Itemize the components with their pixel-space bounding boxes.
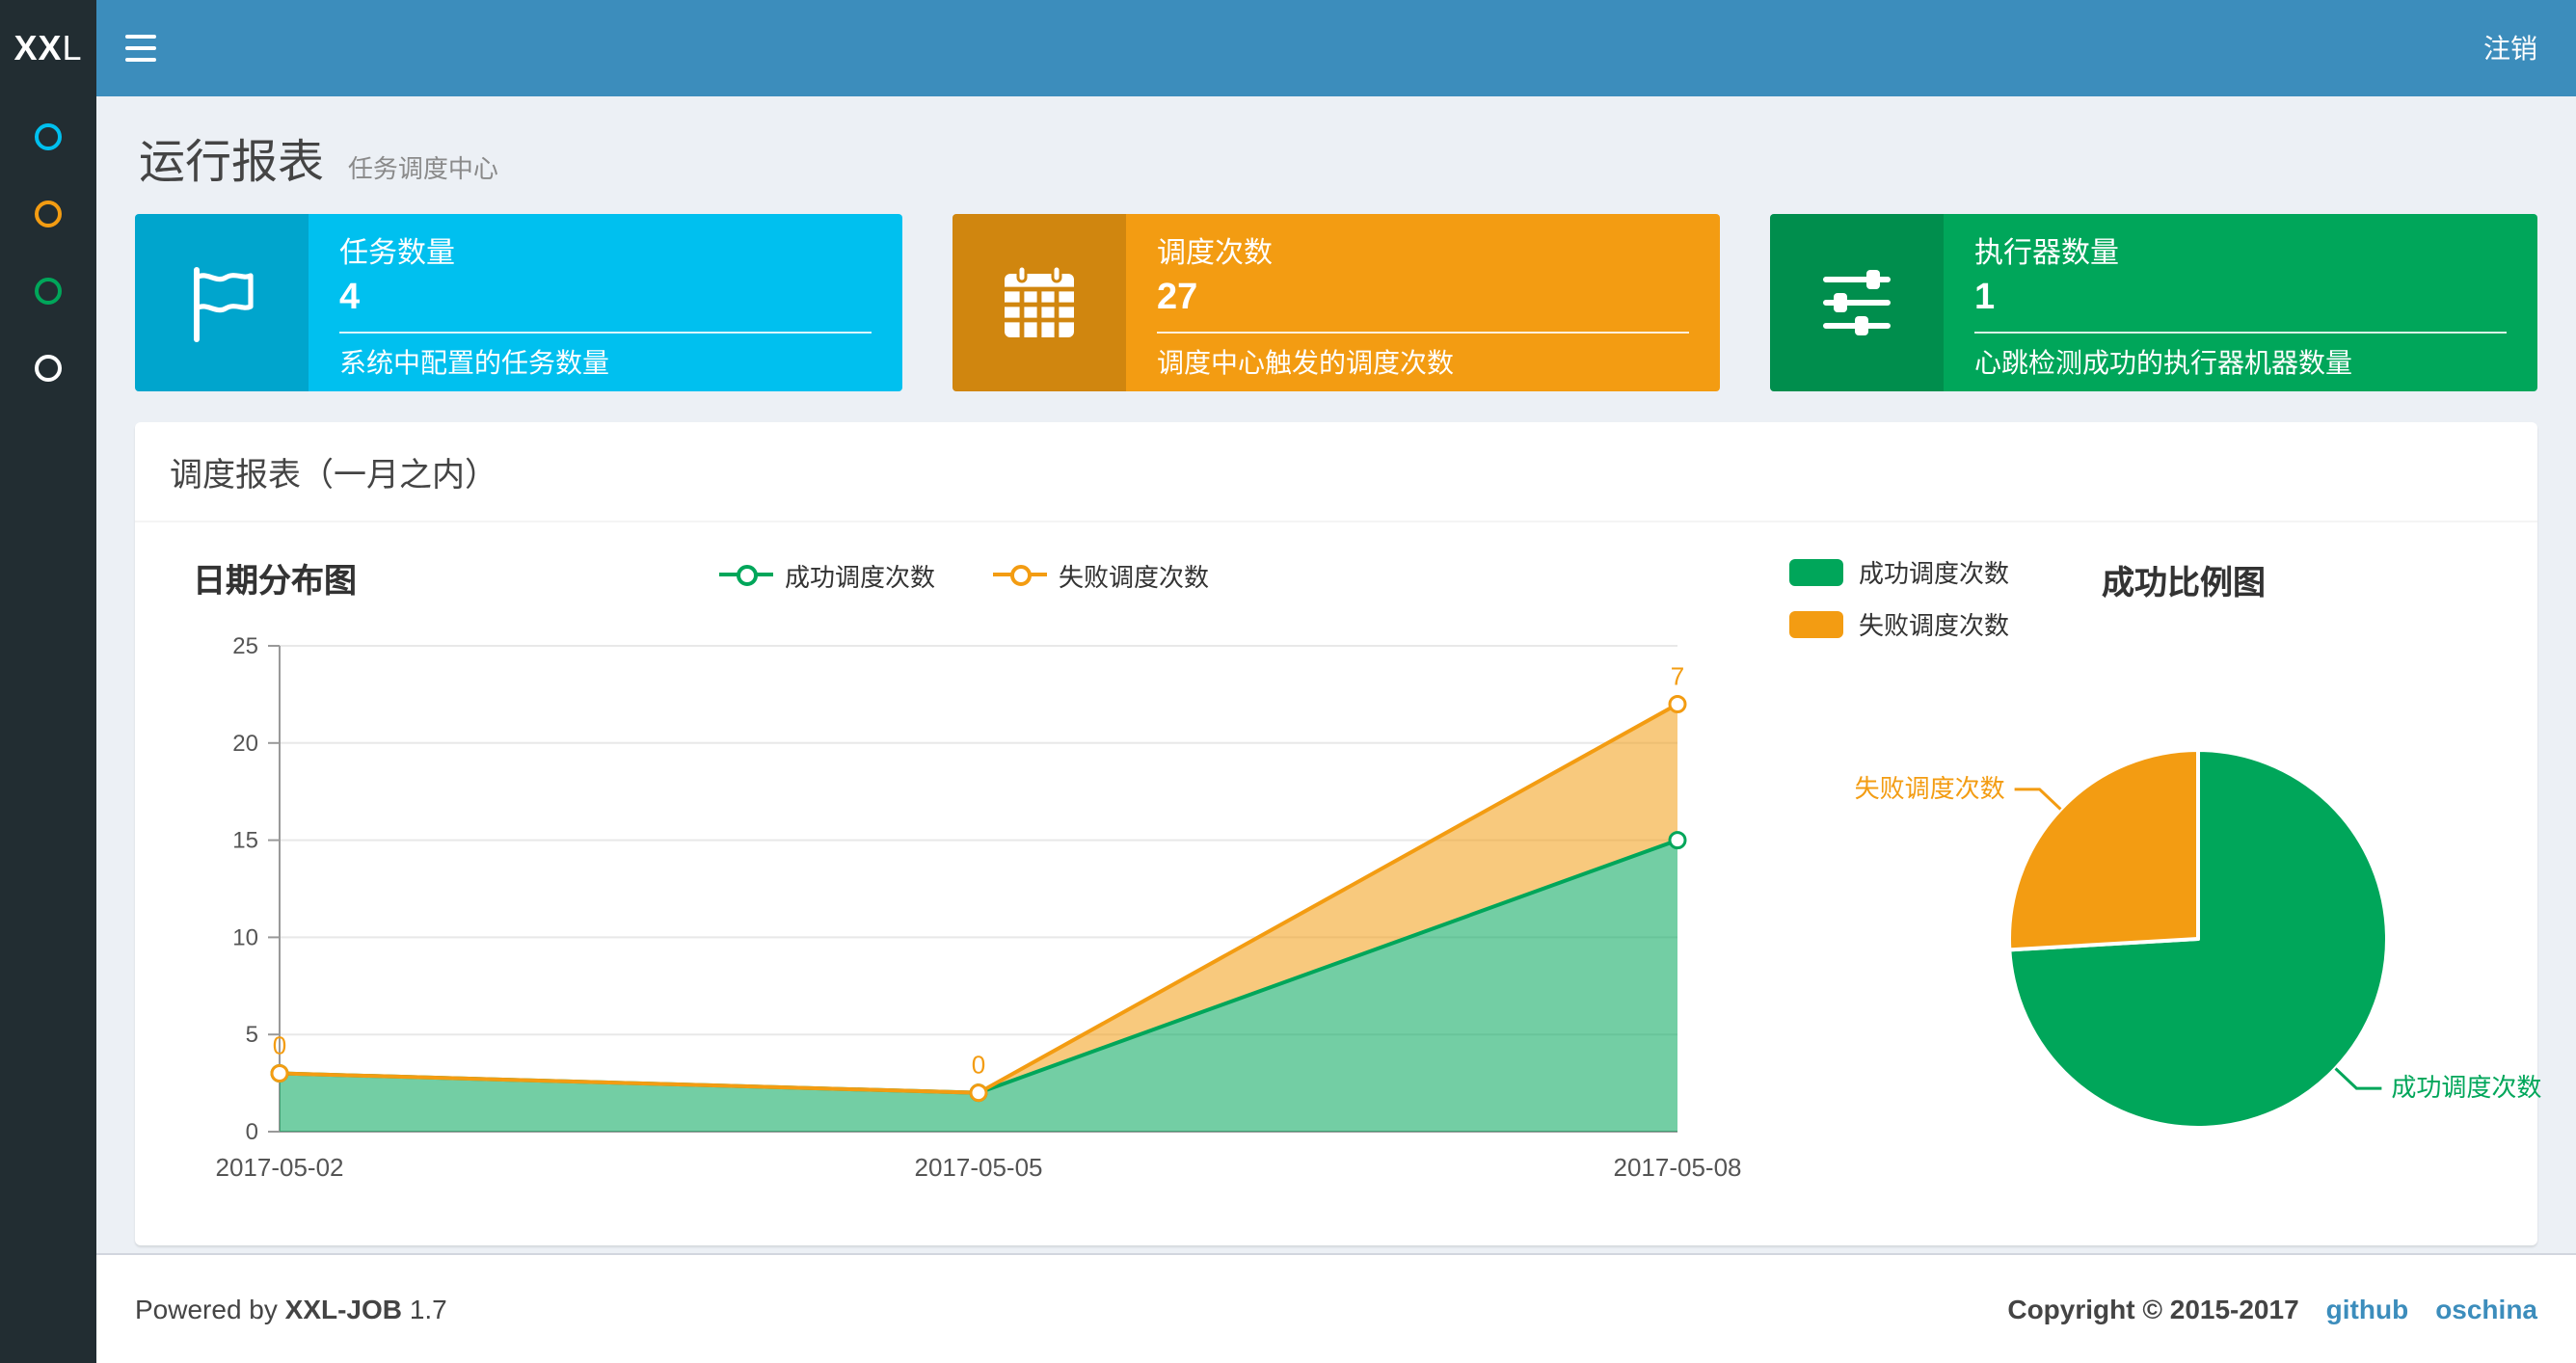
powered-by: Powered by XXL-JOB 1.7 xyxy=(135,1294,447,1324)
svg-text:5: 5 xyxy=(246,1022,258,1048)
info-box-divider xyxy=(339,332,872,334)
calendar-icon xyxy=(953,214,1126,391)
info-box-desc: 系统中配置的任务数量 xyxy=(339,347,609,378)
sidebar-item-4-circle-icon[interactable] xyxy=(35,355,62,382)
logo[interactable]: XX L xyxy=(0,0,96,96)
pie-legend-success[interactable]: 成功调度次数 xyxy=(1789,553,2009,590)
svg-text:7: 7 xyxy=(1671,661,1684,690)
logo-text-bold: XX xyxy=(13,28,63,67)
info-box-divider xyxy=(1974,332,2507,334)
date-distribution-section: 日期分布图 成功调度次数 失败调度次数 0 5 10 15 20 25 2017… xyxy=(154,549,1755,1234)
info-box-label: 任务数量 xyxy=(339,237,456,270)
logo-text: L xyxy=(62,28,83,67)
powered-prefix: Powered by xyxy=(135,1294,278,1324)
sidebar xyxy=(0,96,96,1363)
info-box-value: 1 xyxy=(1974,278,1996,318)
info-box-desc: 调度中心触发的调度次数 xyxy=(1157,347,1454,378)
version: 1.7 xyxy=(409,1294,447,1324)
panel-title: 调度报表（一月之内） xyxy=(135,422,2537,522)
legend-label: 成功调度次数 xyxy=(1859,559,2010,588)
report-panel: 调度报表（一月之内） 日期分布图 成功调度次数 失败调度次数 0 5 10 15… xyxy=(135,422,2541,1245)
svg-text:0: 0 xyxy=(246,1119,258,1145)
line-chart-legend: 成功调度次数 失败调度次数 xyxy=(174,557,1755,594)
panel-body: 日期分布图 成功调度次数 失败调度次数 0 5 10 15 20 25 2017… xyxy=(135,522,2541,1245)
legend-label: 失败调度次数 xyxy=(1059,563,1210,592)
svg-text:25: 25 xyxy=(232,633,258,659)
xxl-job-dashboard: XX L 注销 运行报表 任务调度中心 任务数量 4 系统中配置的任务数量 调度… xyxy=(0,0,2576,1363)
legend-label: 失败调度次数 xyxy=(1859,611,2010,640)
svg-text:2017-05-08: 2017-05-08 xyxy=(1614,1153,1742,1182)
info-box-content: 任务数量 4 系统中配置的任务数量 xyxy=(309,214,902,391)
info-box-row: 任务数量 4 系统中配置的任务数量 调度次数 27 调度中心触发的调度次数 执行… xyxy=(135,214,2537,391)
sidebar-item-3-circle-icon[interactable] xyxy=(35,278,62,305)
svg-text:0: 0 xyxy=(972,1051,985,1080)
svg-text:失败调度次数: 失败调度次数 xyxy=(1855,774,2005,803)
success-ratio-section: 成功调度次数 失败调度次数 成功比例图 成功调度次数 失败调度次数 xyxy=(1755,549,2576,1234)
info-box-content: 调度次数 27 调度中心触发的调度次数 xyxy=(1126,214,1720,391)
sidebar-item-2-circle-icon[interactable] xyxy=(35,200,62,227)
sliders-icon xyxy=(1770,214,1944,391)
copyright: Copyright © 2015-2017 xyxy=(2007,1294,2299,1324)
info-box-executors: 执行器数量 1 心跳检测成功的执行器机器数量 xyxy=(1770,214,2537,391)
top-navbar: XX L 注销 xyxy=(0,0,2576,96)
footer: Powered by XXL-JOB 1.7 Copyright © 2015-… xyxy=(96,1253,2576,1363)
hamburger-menu-icon[interactable] xyxy=(96,0,185,96)
info-box-label: 调度次数 xyxy=(1157,237,1274,270)
svg-text:2017-05-05: 2017-05-05 xyxy=(915,1153,1043,1182)
line-legend-marker xyxy=(718,565,773,586)
info-box-jobs: 任务数量 4 系统中配置的任务数量 xyxy=(135,214,902,391)
logout-button[interactable]: 注销 xyxy=(2445,0,2576,96)
oschina-link[interactable]: oschina xyxy=(2435,1294,2537,1324)
legend-label: 成功调度次数 xyxy=(784,563,935,592)
flag-icon xyxy=(135,214,309,391)
pie-legend: 成功调度次数 失败调度次数 xyxy=(1789,553,2009,642)
info-box-desc: 心跳检测成功的执行器机器数量 xyxy=(1974,347,2352,378)
page-title: 运行报表 xyxy=(139,137,324,189)
pie-legend-swatch xyxy=(1789,558,1843,585)
legend-item-fail[interactable]: 失败调度次数 xyxy=(993,557,1209,594)
page-subtitle: 任务调度中心 xyxy=(347,154,498,183)
svg-text:15: 15 xyxy=(232,828,258,854)
pie-chart-title: 成功比例图 xyxy=(2102,565,2267,601)
github-link[interactable]: github xyxy=(2326,1294,2409,1324)
line-legend-marker xyxy=(993,565,1047,586)
info-box-divider xyxy=(1157,332,1689,334)
page-header: 运行报表 任务调度中心 xyxy=(135,106,2537,214)
info-box-triggers: 调度次数 27 调度中心触发的调度次数 xyxy=(953,214,1720,391)
svg-text:20: 20 xyxy=(232,731,258,757)
info-box-value: 4 xyxy=(339,278,361,318)
footer-right: Copyright © 2015-2017 github oschina xyxy=(2007,1294,2537,1324)
brand-name: XXL-JOB xyxy=(284,1294,403,1324)
date-distribution-chart: 05101520252017-05-02 2017-05-05 2017-05-08… xyxy=(216,633,1742,1182)
success-ratio-pie: 成功调度次数 失败调度次数 xyxy=(1855,748,2541,1130)
main-content: 运行报表 任务调度中心 任务数量 4 系统中配置的任务数量 调度次数 27 调度… xyxy=(96,96,2576,1253)
svg-text:0: 0 xyxy=(273,1031,286,1060)
svg-text:10: 10 xyxy=(232,924,258,950)
pie-legend-swatch xyxy=(1789,610,1843,637)
pie-legend-fail[interactable]: 失败调度次数 xyxy=(1789,605,2009,642)
legend-item-success[interactable]: 成功调度次数 xyxy=(718,557,935,594)
info-box-label: 执行器数量 xyxy=(1974,237,2120,270)
sidebar-item-1-circle-icon[interactable] xyxy=(35,123,62,150)
svg-text:2017-05-02: 2017-05-02 xyxy=(216,1153,344,1182)
info-box-content: 执行器数量 1 心跳检测成功的执行器机器数量 xyxy=(1944,214,2537,391)
svg-text:成功调度次数: 成功调度次数 xyxy=(2391,1073,2541,1102)
info-box-value: 27 xyxy=(1157,278,1198,318)
